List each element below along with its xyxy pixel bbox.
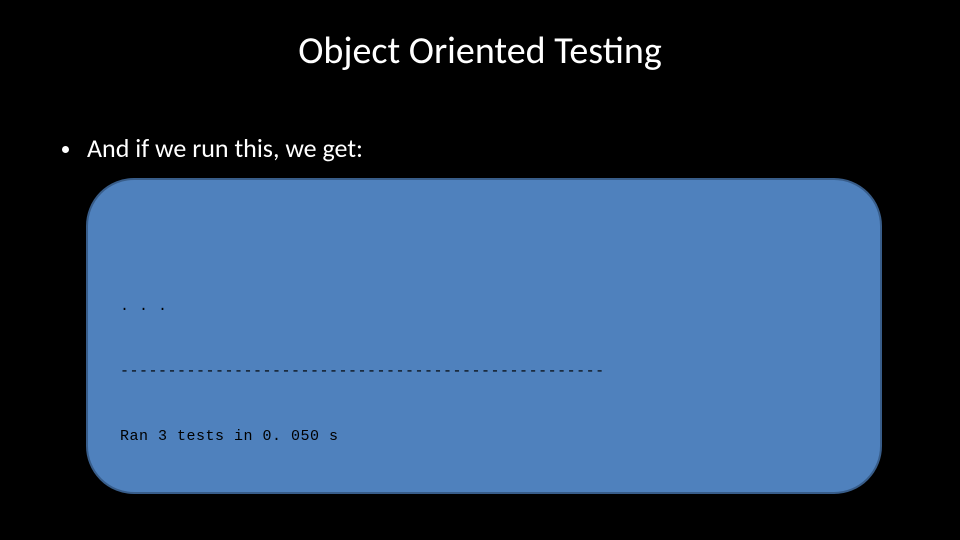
output-ran: Ran 3 tests in 0. 050 s — [120, 426, 848, 448]
output-blank — [120, 491, 848, 513]
output-separator: ----------------------------------------… — [120, 361, 848, 383]
slide: Object Oriented Testing And if we run th… — [0, 0, 960, 540]
bullet-text: And if we run this, we get: — [87, 132, 363, 164]
bullet-item: And if we run this, we get: — [62, 132, 363, 164]
output-dots: . . . — [120, 296, 848, 318]
terminal-output: . . . ----------------------------------… — [120, 252, 848, 540]
bullet-dot-icon — [62, 146, 69, 153]
slide-title: Object Oriented Testing — [0, 28, 960, 74]
output-panel: . . . ----------------------------------… — [86, 178, 882, 494]
